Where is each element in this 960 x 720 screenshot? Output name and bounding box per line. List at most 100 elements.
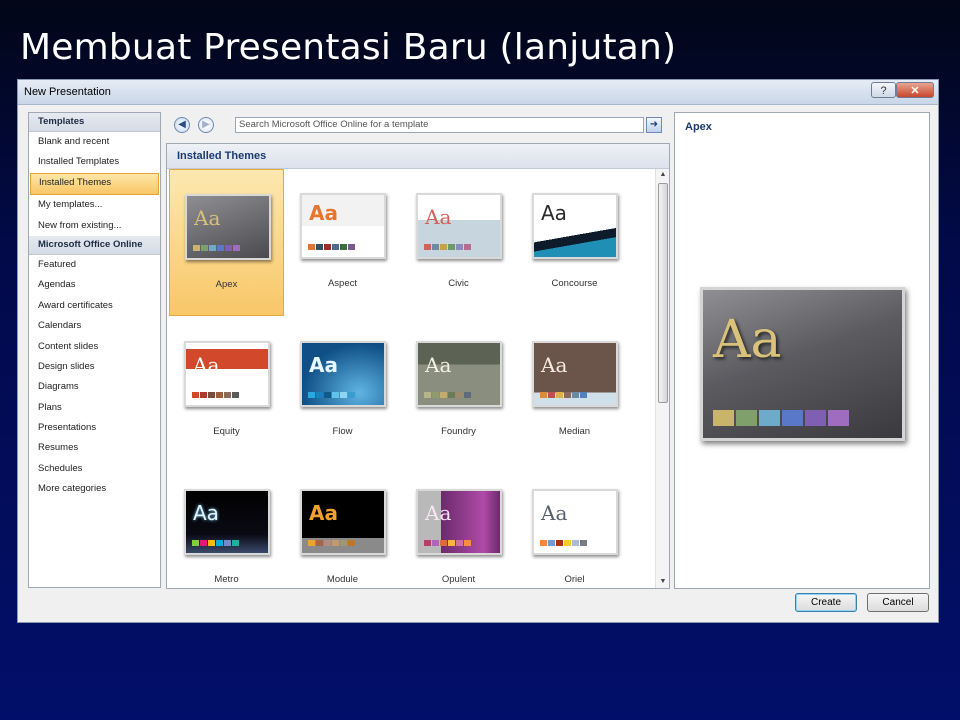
nav-blank-and-recent[interactable]: Blank and recent — [29, 132, 160, 152]
theme-label: Civic — [448, 278, 469, 289]
theme-tile-aspect[interactable]: Aa Aspect — [285, 169, 400, 316]
color-swatches — [192, 540, 239, 546]
nav-diagrams[interactable]: Diagrams — [29, 377, 160, 397]
slide-title: Membuat Presentasi Baru (lanjutan) — [20, 27, 677, 68]
nav-presentations[interactable]: Presentations — [29, 418, 160, 438]
theme-thumbnail: Aa — [416, 489, 502, 555]
dialog-titlebar: New Presentation ? ✕ — [18, 80, 938, 105]
nav-resumes[interactable]: Resumes — [29, 438, 160, 458]
theme-tile-median[interactable]: Aa Median — [517, 317, 632, 464]
dialog-title: New Presentation — [24, 86, 111, 98]
theme-tile-opulent[interactable]: Aa Opulent — [401, 465, 516, 588]
nav-design-slides[interactable]: Design slides — [29, 357, 160, 377]
template-categories-panel: Templates Blank and recent Installed Tem… — [28, 112, 161, 588]
create-button[interactable]: Create — [795, 593, 857, 612]
nav-content-slides[interactable]: Content slides — [29, 337, 160, 357]
nav-calendars[interactable]: Calendars — [29, 316, 160, 336]
theme-label: Foundry — [441, 426, 476, 437]
forward-arrow-icon[interactable]: ▶ — [198, 117, 214, 133]
back-arrow-icon[interactable]: ◀ — [174, 117, 190, 133]
preview-thumbnail: Aa — [700, 287, 905, 441]
theme-tile-equity[interactable]: Aa Equity — [169, 317, 284, 464]
color-swatches — [192, 392, 239, 398]
theme-label: Aspect — [327, 278, 358, 289]
sample-text: Aa — [309, 353, 338, 377]
scrollbar-thumb[interactable] — [658, 183, 668, 403]
scroll-up-icon[interactable]: ▲ — [656, 169, 669, 181]
gallery-header: Installed Themes — [167, 144, 669, 169]
nav-schedules[interactable]: Schedules — [29, 459, 160, 479]
color-swatches — [424, 540, 471, 546]
theme-thumbnail: Aa — [532, 193, 618, 259]
theme-label: Opulent — [441, 574, 476, 585]
templates-section-header: Templates — [29, 113, 160, 132]
sample-text: Aa — [541, 201, 567, 225]
nav-award-certificates[interactable]: Award certificates — [29, 296, 160, 316]
theme-thumbnail: Aa — [185, 194, 271, 260]
sample-text: Aa — [193, 501, 219, 525]
nav-plans[interactable]: Plans — [29, 398, 160, 418]
theme-tile-module[interactable]: Aa Module — [285, 465, 400, 588]
scroll-down-icon[interactable]: ▼ — [656, 576, 669, 588]
help-button[interactable]: ? — [871, 82, 896, 98]
color-swatches — [540, 392, 587, 398]
theme-tile-flow[interactable]: Aa Flow — [285, 317, 400, 464]
theme-thumbnail: Aa — [184, 341, 270, 407]
theme-tile-apex[interactable]: Aa Apex — [169, 169, 284, 316]
theme-label: Module — [326, 574, 359, 585]
color-swatches — [540, 540, 587, 546]
theme-tile-civic[interactable]: Aa Civic — [401, 169, 516, 316]
themes-gallery: Installed Themes Aa Apex Aa Aspect Aa Ci… — [166, 143, 670, 589]
theme-thumbnail: Aa — [184, 489, 270, 555]
sample-text: Aa — [425, 205, 452, 229]
new-presentation-dialog: New Presentation ? ✕ Templates Blank and… — [17, 79, 939, 623]
color-swatches — [424, 392, 471, 398]
sample-text: Aa — [309, 501, 338, 525]
office-online-section-header: Microsoft Office Online — [29, 235, 160, 255]
theme-label: Flow — [332, 426, 353, 437]
cancel-button[interactable]: Cancel — [867, 593, 929, 612]
theme-label: Concourse — [551, 278, 598, 289]
theme-label: Apex — [215, 279, 238, 290]
preview-title: Apex — [685, 121, 712, 133]
sample-text: Aa — [425, 501, 452, 525]
theme-tile-concourse[interactable]: Aa Concourse — [517, 169, 632, 316]
nav-installed-themes[interactable]: Installed Themes — [30, 172, 159, 196]
close-button[interactable]: ✕ — [896, 82, 934, 98]
theme-tile-oriel[interactable]: Aa Oriel — [517, 465, 632, 588]
preview-color-swatches — [713, 410, 849, 426]
theme-label: Metro — [214, 574, 239, 585]
nav-new-from-existing[interactable]: New from existing... — [29, 216, 160, 236]
sample-text: Aa — [541, 353, 568, 377]
theme-thumbnail: Aa — [532, 489, 618, 555]
theme-label: Equity — [213, 426, 240, 437]
theme-thumbnail: Aa — [532, 341, 618, 407]
theme-tile-metro[interactable]: Aa Metro — [169, 465, 284, 588]
nav-more-categories[interactable]: More categories — [29, 479, 160, 499]
theme-preview-panel: Apex Aa — [674, 112, 930, 589]
color-swatches — [424, 244, 471, 250]
sample-text: Aa — [193, 353, 220, 377]
go-arrow-icon[interactable]: ➜ — [646, 117, 662, 133]
gallery-scrollbar[interactable]: ▲ ▼ — [655, 169, 669, 588]
color-swatches — [308, 244, 355, 250]
color-swatches — [308, 392, 355, 398]
sample-text: Aa — [541, 501, 568, 525]
theme-thumbnail: Aa — [300, 341, 386, 407]
color-swatches — [193, 245, 240, 251]
sample-text: Aa — [194, 206, 221, 230]
theme-thumbnail: Aa — [416, 193, 502, 259]
theme-label: Median — [558, 426, 591, 437]
theme-thumbnail: Aa — [416, 341, 502, 407]
nav-featured[interactable]: Featured — [29, 255, 160, 275]
sample-text: Aa — [309, 201, 338, 225]
color-swatches — [308, 540, 355, 546]
nav-installed-templates[interactable]: Installed Templates — [29, 152, 160, 172]
nav-my-templates[interactable]: My templates... — [29, 195, 160, 215]
template-search-input[interactable]: Search Microsoft Office Online for a tem… — [235, 117, 644, 133]
nav-agendas[interactable]: Agendas — [29, 275, 160, 295]
theme-thumbnail: Aa — [300, 193, 386, 259]
theme-thumbnail: Aa — [300, 489, 386, 555]
theme-tile-foundry[interactable]: Aa Foundry — [401, 317, 516, 464]
preview-sample-text: Aa — [713, 310, 782, 370]
